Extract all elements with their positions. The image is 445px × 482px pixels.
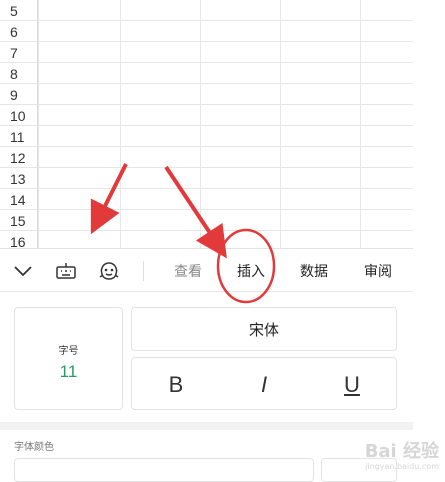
row-number[interactable]: 8 [0,63,38,84]
keyboard-icon[interactable] [54,259,78,283]
font-size-button[interactable]: 字号 11 [14,307,123,410]
font-color-picker[interactable] [14,458,314,482]
font-settings-section: 字号 11 宋体 B I U [0,292,413,422]
font-name-value: 宋体 [248,320,279,339]
bold-button[interactable]: B [132,358,220,411]
tab-review[interactable]: 审阅 [364,261,392,281]
spreadsheet-grid[interactable]: 5 6 7 8 9 10 11 12 13 14 15 16 [0,0,413,248]
row-number[interactable]: 13 [0,168,38,189]
emoji-icon[interactable] [97,259,121,283]
font-name-selector[interactable]: 宋体 [131,307,397,351]
sheet-row[interactable]: 15 [0,210,413,231]
tab-view[interactable]: 查看 [174,261,202,281]
font-style-group: B I U [131,357,397,410]
bold-label: B [168,371,184,397]
watermark-text: Bai 经验 [364,441,439,462]
font-size-label: 字号 [58,346,79,357]
font-size-value: 11 [59,362,78,381]
toolbar-separator [143,261,144,281]
watermark: Bai 经验 jingyan.baidu.com [365,443,439,471]
sheet-row[interactable]: 7 [0,42,413,63]
sheet-row[interactable]: 16 [0,231,413,248]
right-margin [413,0,445,477]
chevron-down-icon[interactable] [11,259,35,283]
sheet-row[interactable]: 12 [0,147,413,168]
row-number[interactable]: 6 [0,21,38,42]
row-number[interactable]: 10 [0,105,38,126]
row-number[interactable]: 15 [0,210,38,231]
font-color-label: 字体颜色 [14,442,54,453]
format-panel: 字号 11 宋体 B I U 字体颜色 [0,292,413,482]
row-number[interactable]: 12 [0,147,38,168]
underline-label: U [344,371,360,397]
italic-button[interactable]: I [220,358,308,411]
row-number[interactable]: 11 [0,126,38,147]
row-number[interactable]: 14 [0,189,38,210]
sheet-row[interactable]: 6 [0,21,413,42]
sheet-row[interactable]: 10 [0,105,413,126]
tab-insert[interactable]: 插入 [237,261,265,281]
sheet-row[interactable]: 9 [0,84,413,105]
row-number[interactable]: 5 [0,0,38,21]
sheet-row[interactable]: 13 [0,168,413,189]
row-number[interactable]: 9 [0,84,38,105]
font-color-section: 字体颜色 [0,430,413,482]
sheet-row[interactable]: 8 [0,63,413,84]
row-number[interactable]: 7 [0,42,38,63]
sheet-row[interactable]: 5 [0,0,413,21]
italic-label: I [260,371,268,397]
row-number[interactable]: 16 [0,231,38,248]
sheet-row[interactable]: 14 [0,189,413,210]
sheet-row[interactable]: 11 [0,126,413,147]
tab-data[interactable]: 数据 [300,261,328,281]
watermark-subtext: jingyan.baidu.com [365,462,439,471]
underline-button[interactable]: U [308,358,396,411]
bottom-toolbar: 查看 插入 数据 审阅 [0,248,413,292]
